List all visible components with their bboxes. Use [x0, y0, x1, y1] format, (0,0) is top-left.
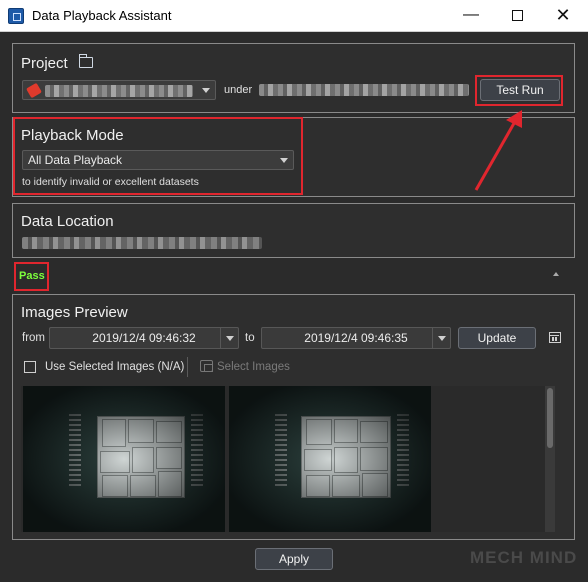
image-thumbnails	[21, 386, 551, 532]
under-label: under	[224, 84, 253, 96]
app-icon	[8, 8, 24, 24]
data-location-panel: Data Location	[12, 203, 575, 258]
toolbar-divider	[187, 357, 188, 377]
folder-icon[interactable]	[78, 54, 93, 68]
from-label: from	[22, 332, 45, 344]
to-label: to	[245, 332, 255, 344]
playback-mode-value: All Data Playback	[28, 153, 123, 167]
images-preview-title: Images Preview	[21, 304, 128, 321]
preview-image-2[interactable]	[229, 386, 431, 532]
from-date-input[interactable]: 2019/12/4 09:46:32	[49, 327, 239, 349]
project-title: Project	[21, 55, 68, 72]
scrollbar-handle[interactable]	[547, 388, 553, 448]
minimize-button[interactable]: —	[448, 0, 494, 32]
playback-mode-title: Playback Mode	[21, 127, 124, 144]
apply-button[interactable]: Apply	[255, 548, 333, 570]
project-status-icon	[26, 82, 42, 99]
project-path-redacted	[259, 84, 469, 96]
to-date-input[interactable]: 2019/12/4 09:46:35	[261, 327, 451, 349]
preview-image-1[interactable]	[23, 386, 225, 532]
playback-mode-hint: to identify invalid or excellent dataset…	[22, 176, 199, 188]
test-run-button[interactable]: Test Run	[480, 79, 560, 101]
watermark: MECH MIND	[470, 548, 578, 567]
project-select[interactable]	[22, 80, 216, 100]
use-selected-images-label: Use Selected Images (N/A)	[45, 361, 185, 373]
chevron-down-icon	[220, 328, 238, 348]
playback-mode-select[interactable]: All Data Playback	[22, 150, 294, 170]
close-button[interactable]: ✕	[540, 0, 586, 32]
update-button[interactable]: Update	[458, 327, 536, 349]
images-preview-panel: Images Preview from 2019/12/4 09:46:32 t…	[12, 294, 575, 540]
to-date-value: 2019/12/4 09:46:35	[304, 331, 408, 345]
calendar-icon[interactable]	[549, 332, 561, 343]
data-location-path-redacted	[22, 237, 262, 249]
select-images-icon	[200, 360, 213, 372]
collapse-icon[interactable]	[553, 272, 559, 276]
project-name-redacted	[45, 85, 193, 97]
chevron-down-icon	[432, 328, 450, 348]
project-panel: Project under Test Run	[12, 43, 575, 113]
thumbnails-scrollbar[interactable]	[545, 386, 555, 532]
chevron-down-icon	[202, 88, 210, 93]
title-bar: Data Playback Assistant — ✕	[0, 0, 588, 32]
chevron-down-icon	[280, 158, 288, 163]
data-location-title: Data Location	[21, 213, 114, 230]
annotation-arrow	[474, 110, 522, 191]
maximize-icon	[511, 10, 523, 21]
from-date-value: 2019/12/4 09:46:32	[92, 331, 196, 345]
status-text: Pass	[19, 270, 45, 282]
select-images-button[interactable]: Select Images	[217, 361, 290, 373]
use-selected-images-checkbox[interactable]	[24, 361, 36, 373]
maximize-button[interactable]	[494, 0, 540, 32]
window-title: Data Playback Assistant	[32, 8, 172, 23]
